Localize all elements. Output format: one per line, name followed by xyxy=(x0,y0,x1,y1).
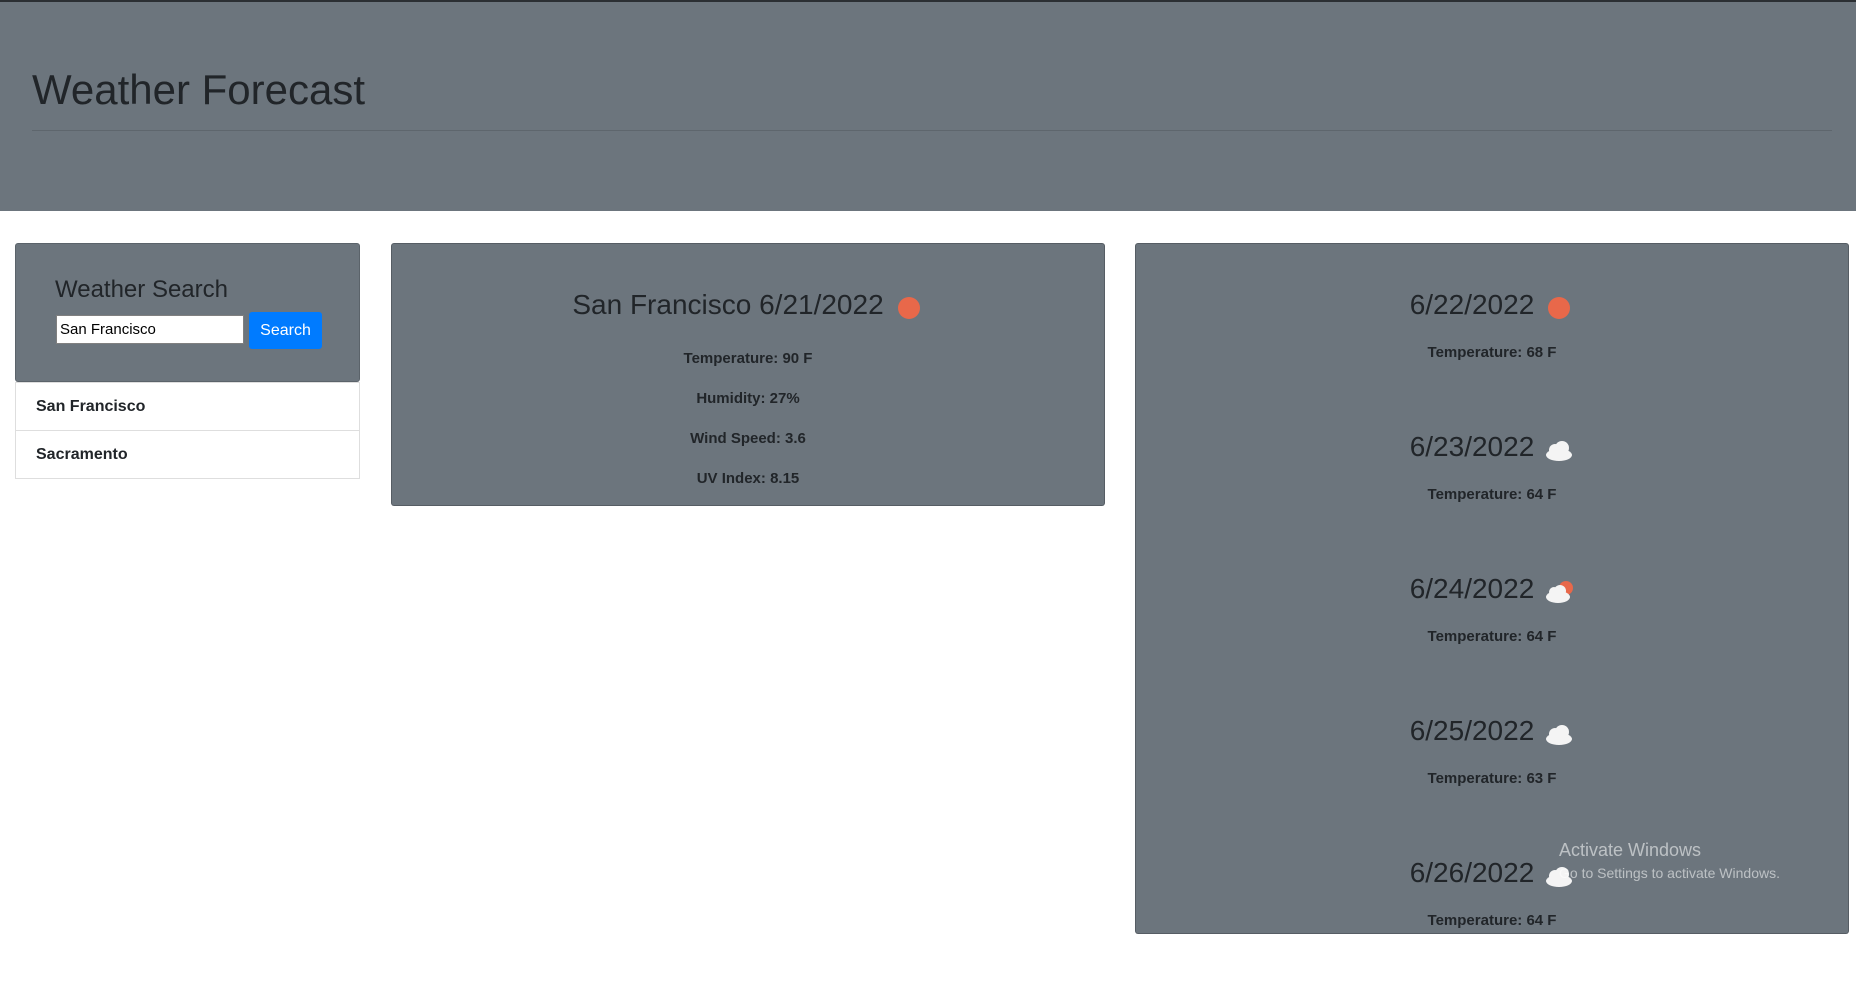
watermark-subtitle: Go to Settings to activate Windows. xyxy=(1559,865,1780,881)
cloud-icon xyxy=(1544,436,1574,462)
current-humidity: Humidity: 27% xyxy=(696,390,800,407)
current-uv-index: UV Index: 8.15 xyxy=(696,470,800,487)
current-temperature: Temperature: 90 F xyxy=(683,350,813,367)
forecast-date: 6/23/2022 xyxy=(1409,431,1535,462)
cloud-icon xyxy=(1544,720,1574,746)
search-title: Weather Search xyxy=(55,276,228,303)
forecast-temperature: Temperature: 64 F xyxy=(1427,628,1557,645)
forecast-day: 6/23/2022 Temperature: 64 F xyxy=(1136,431,1848,573)
search-input[interactable] xyxy=(56,315,244,344)
forecast-date: 6/22/2022 xyxy=(1409,289,1535,320)
forecast-day: 6/25/2022 Temperature: 63 F xyxy=(1136,715,1848,857)
forecast-date: 6/25/2022 xyxy=(1409,715,1535,746)
current-city-date: San Francisco 6/21/2022 xyxy=(572,289,884,320)
forecast-temperature: Temperature: 64 F xyxy=(1427,486,1557,503)
forecast-date: 6/24/2022 xyxy=(1409,573,1535,604)
forecast-day-heading: 6/23/2022 xyxy=(1136,431,1848,463)
forecast-date: 6/26/2022 xyxy=(1409,857,1535,888)
current-weather-card: San Francisco 6/21/2022 Temperature: 90 … xyxy=(391,243,1105,506)
watermark-title: Activate Windows xyxy=(1559,840,1702,860)
header-divider xyxy=(32,130,1832,131)
partly-cloudy-icon xyxy=(1544,578,1574,604)
current-weather-title: San Francisco 6/21/2022 xyxy=(392,289,1104,321)
search-card: Weather Search Search xyxy=(15,243,360,382)
forecast-day-heading: 6/22/2022 xyxy=(1136,289,1848,321)
page-title: Weather Forecast xyxy=(32,66,366,113)
sun-icon xyxy=(894,294,924,320)
forecast-day: 6/24/2022 Temperature: 64 F xyxy=(1136,573,1848,715)
search-history-list: San Francisco Sacramento xyxy=(15,382,360,479)
forecast-temperature: Temperature: 64 F xyxy=(1427,912,1557,929)
forecast-temperature: Temperature: 68 F xyxy=(1427,344,1557,361)
forecast-day: 6/22/2022 Temperature: 68 F xyxy=(1136,289,1848,431)
history-item-san-francisco[interactable]: San Francisco xyxy=(15,382,360,431)
forecast-day-heading: 6/24/2022 xyxy=(1136,573,1848,605)
forecast-temperature: Temperature: 63 F xyxy=(1427,770,1557,787)
five-day-forecast: 6/22/2022 Temperature: 68 F 6/23/2022 Te… xyxy=(1135,243,1849,934)
sun-icon xyxy=(1544,294,1574,320)
windows-activation-watermark: Activate Windows Go to Settings to activ… xyxy=(1559,840,1780,881)
history-item-sacramento[interactable]: Sacramento xyxy=(15,431,360,479)
search-button[interactable]: Search xyxy=(249,312,322,349)
forecast-day-heading: 6/25/2022 xyxy=(1136,715,1848,747)
current-wind-speed: Wind Speed: 3.6 xyxy=(690,430,806,447)
header-banner: Weather Forecast xyxy=(0,0,1856,211)
